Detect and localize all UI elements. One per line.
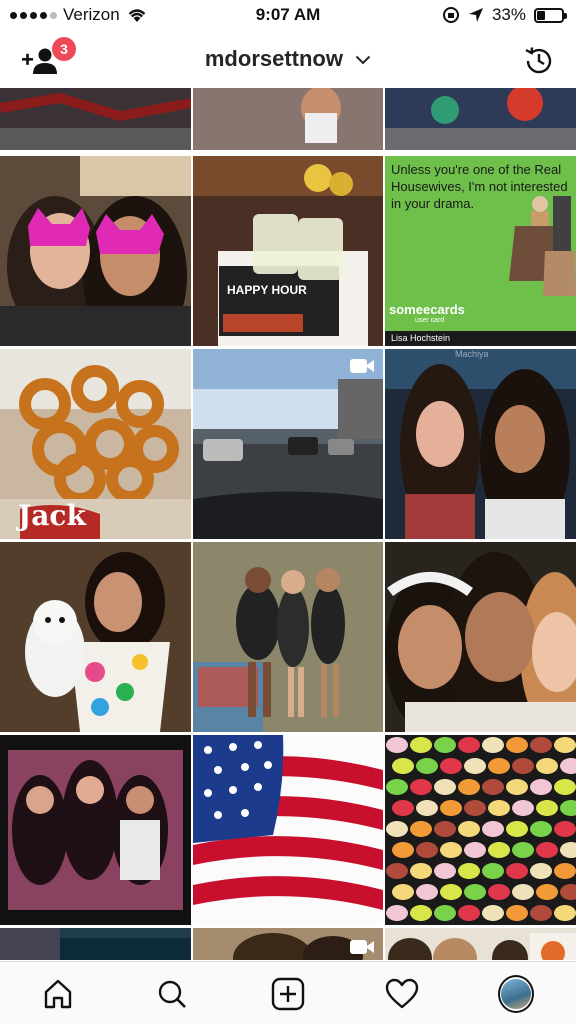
activity-heart-icon (385, 978, 419, 1009)
grid-post[interactable] (0, 156, 191, 346)
orientation-lock-icon (442, 7, 459, 23)
status-right: 33% (442, 5, 567, 25)
someecards-brand: someecards (389, 302, 465, 317)
grid-post[interactable] (385, 88, 576, 150)
sign-text: Unless you're one of the Real Housewives… (391, 162, 568, 211)
battery-level (537, 10, 545, 20)
grid-post[interactable] (0, 735, 191, 925)
search-icon (158, 980, 186, 1008)
history-icon (525, 47, 552, 74)
home-icon (44, 979, 72, 1009)
grid-post[interactable]: Unless you're one of the Real Housewives… (385, 156, 576, 346)
grid-post[interactable] (385, 542, 576, 732)
grid-post[interactable]: Machiya (385, 349, 576, 539)
video-camera-icon (350, 359, 374, 373)
grid-post[interactable]: HAPPY HOUR (193, 156, 383, 346)
profile-avatar (498, 975, 534, 1013)
grid-post[interactable] (193, 88, 383, 150)
grid-post[interactable] (385, 735, 576, 925)
history-button[interactable] (522, 44, 556, 78)
someecards-sub: user card (415, 317, 445, 324)
status-bar: Verizon 9:07 AM 33% (0, 0, 576, 30)
jack-logo-text: Jack (18, 499, 86, 532)
tab-home[interactable] (40, 976, 76, 1012)
battery-percent: 33% (491, 5, 526, 24)
grid-post[interactable]: Jack (0, 349, 191, 539)
bottom-tab-bar (0, 961, 576, 1024)
grid-post[interactable] (0, 928, 191, 960)
grid-post[interactable] (193, 735, 383, 925)
tab-profile[interactable] (498, 975, 534, 1013)
battery-icon (534, 7, 567, 23)
grid-post[interactable] (0, 88, 191, 150)
photo-grid: HAPPY HOUR Unless you're one of the Real… (0, 88, 576, 960)
chevron-down-icon (355, 55, 371, 65)
grid-post[interactable] (193, 928, 383, 960)
tab-search[interactable] (154, 976, 190, 1012)
grid-post[interactable] (193, 542, 383, 732)
tab-activity[interactable] (384, 976, 420, 1012)
location-icon (468, 8, 483, 22)
new-post-icon (271, 977, 305, 1011)
profile-header: 3 mdorsettnow (0, 32, 576, 88)
overlay-name: Machiya (455, 349, 489, 359)
grid-post[interactable] (0, 542, 191, 732)
username-title: mdorsettnow (204, 46, 343, 71)
account-switcher[interactable]: mdorsettnow (0, 46, 576, 72)
sign-author: Lisa Hochstein (391, 333, 451, 343)
happy-hour-text: HAPPY HOUR (227, 283, 307, 297)
tab-new-post[interactable] (270, 976, 306, 1012)
video-camera-icon (350, 940, 374, 954)
grid-post[interactable] (193, 349, 383, 539)
grid-post[interactable] (385, 928, 576, 960)
